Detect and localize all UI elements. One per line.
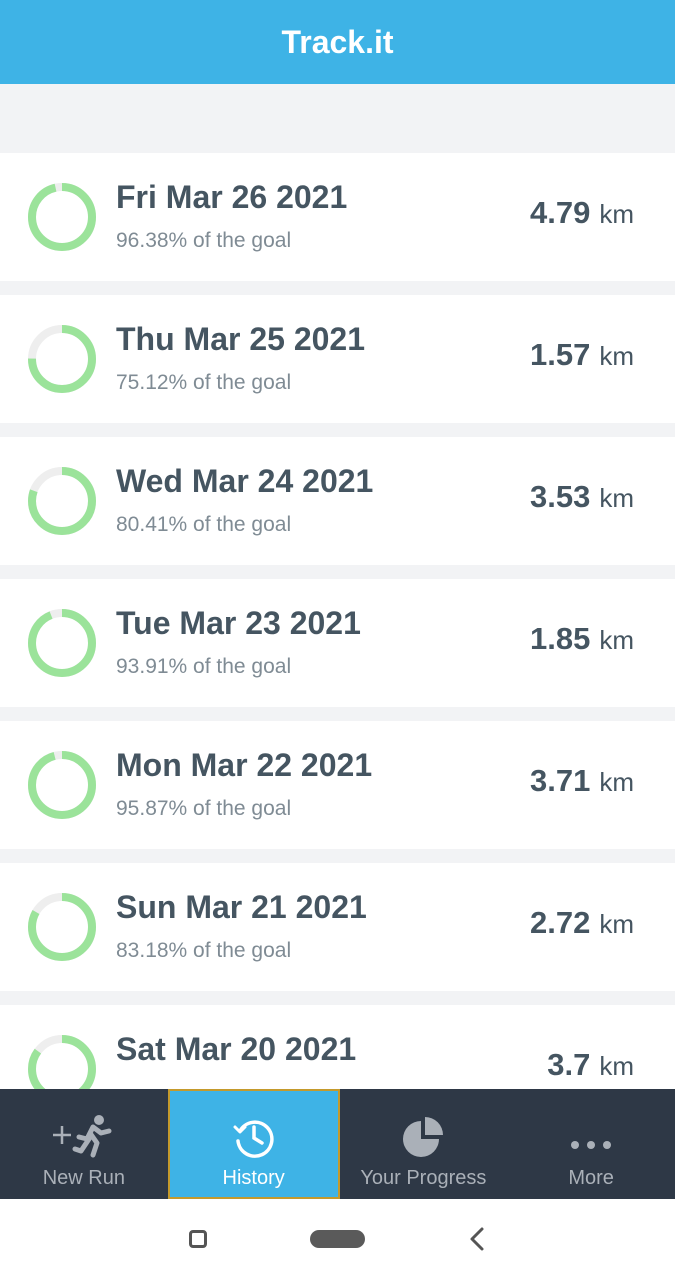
goal-progress-ring	[27, 182, 97, 252]
goal-progress-ring	[27, 324, 97, 394]
distance-value: 3.7	[547, 1047, 591, 1082]
goal-progress-ring	[27, 1034, 97, 1090]
app-title: Track.it	[281, 23, 394, 60]
history-clock-icon	[232, 1099, 276, 1159]
run-history-list[interactable]: Fri Mar 26 2021 96.38% of the goal 4.79 …	[0, 84, 675, 1090]
run-distance: 3.71 km	[530, 763, 634, 799]
more-dots-icon	[569, 1099, 613, 1159]
tab-label: History	[222, 1167, 285, 1189]
distance-value: 2.72	[529, 905, 591, 940]
distance-unit: km	[599, 1051, 634, 1081]
distance-value: 1.57	[529, 337, 591, 372]
bottom-tab-bar: New Run History Your Progress More	[0, 1089, 675, 1199]
run-item[interactable]: Sun Mar 21 2021 83.18% of the goal 2.72 …	[0, 863, 675, 991]
distance-unit: km	[599, 483, 634, 513]
tab-more[interactable]: More	[507, 1089, 675, 1199]
distance-unit: km	[599, 199, 634, 229]
back-chevron-icon	[470, 1227, 484, 1251]
run-distance: 1.57 km	[530, 337, 634, 373]
distance-value: 3.53	[529, 479, 591, 514]
goal-progress-ring	[27, 892, 97, 962]
tab-label: More	[568, 1167, 614, 1189]
run-date: Sun Mar 21 2021	[116, 889, 367, 925]
run-goal-percent: 93.91% of the goal	[116, 655, 292, 678]
run-goal-percent: 80.41% of the goal	[116, 513, 292, 536]
run-goal-percent: 75.12% of the goal	[116, 371, 292, 394]
tab-new-run[interactable]: New Run	[0, 1089, 168, 1199]
add-run-icon	[49, 1099, 119, 1159]
distance-value: 3.71	[529, 763, 591, 798]
run-date: Mon Mar 22 2021	[116, 747, 373, 783]
tab-your-progress[interactable]: Your Progress	[340, 1089, 508, 1199]
run-distance: 1.85 km	[530, 621, 634, 657]
distance-unit: km	[599, 341, 634, 371]
pie-chart-icon	[401, 1099, 445, 1159]
system-navigation-bar	[0, 1199, 675, 1280]
run-goal-percent: 96.38% of the goal	[116, 229, 292, 252]
goal-progress-ring	[27, 608, 97, 678]
run-item[interactable]: Thu Mar 25 2021 75.12% of the goal 1.57 …	[0, 295, 675, 423]
tab-label: Your Progress	[360, 1167, 487, 1189]
run-distance: 3.53 km	[530, 479, 634, 515]
recents-button[interactable]	[189, 1230, 207, 1248]
run-item[interactable]: Tue Mar 23 2021 93.91% of the goal 1.85 …	[0, 579, 675, 707]
run-date: Sat Mar 20 2021	[116, 1031, 357, 1067]
goal-progress-ring	[27, 466, 97, 536]
home-button[interactable]	[310, 1230, 365, 1248]
distance-unit: km	[599, 909, 634, 939]
run-date: Fri Mar 26 2021	[116, 179, 348, 215]
run-date: Tue Mar 23 2021	[116, 605, 361, 641]
distance-value: 1.85	[529, 621, 591, 656]
app-header: Track.it	[0, 0, 675, 84]
run-distance: 4.79 km	[530, 195, 634, 231]
run-item[interactable]: Sat Mar 20 2021 3.7 km	[0, 1005, 675, 1090]
run-date: Thu Mar 25 2021	[116, 321, 365, 357]
run-goal-percent: 95.87% of the goal	[116, 797, 292, 820]
tab-label: New Run	[42, 1167, 125, 1189]
distance-unit: km	[599, 625, 634, 655]
run-item[interactable]: Fri Mar 26 2021 96.38% of the goal 4.79 …	[0, 153, 675, 281]
run-distance: 3.7 km	[547, 1047, 634, 1083]
run-item[interactable]: Wed Mar 24 2021 80.41% of the goal 3.53 …	[0, 437, 675, 565]
run-distance: 2.72 km	[530, 905, 634, 941]
run-goal-percent: 83.18% of the goal	[116, 939, 292, 962]
list-top-spacer	[0, 84, 675, 153]
distance-unit: km	[599, 767, 634, 797]
run-date: Wed Mar 24 2021	[116, 463, 374, 499]
goal-progress-ring	[27, 750, 97, 820]
run-item[interactable]: Mon Mar 22 2021 95.87% of the goal 3.71 …	[0, 721, 675, 849]
back-button[interactable]	[466, 1225, 490, 1253]
distance-value: 4.79	[529, 195, 591, 230]
tab-history[interactable]: History	[167, 1089, 340, 1199]
